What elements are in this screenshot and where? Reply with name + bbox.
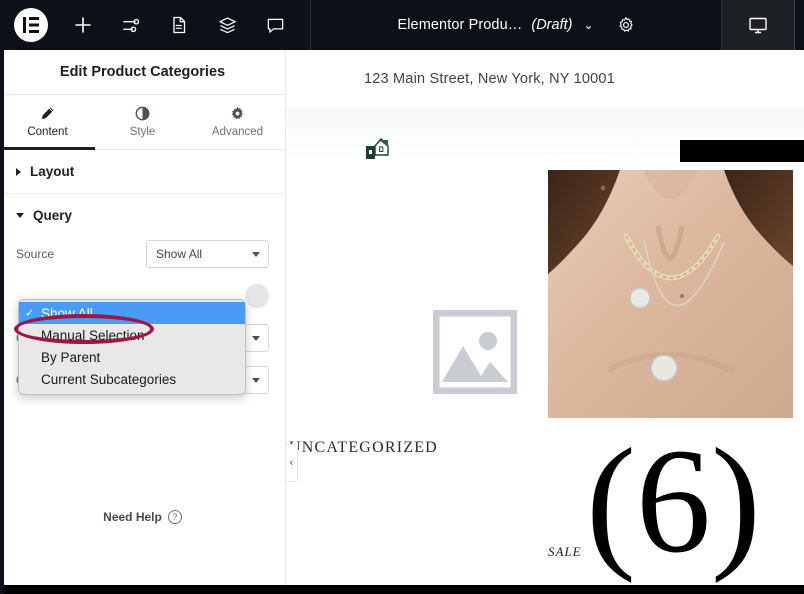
dropdown-option-show-all[interactable]: ✓ Show All (19, 302, 245, 324)
chevron-down-icon (252, 251, 260, 257)
source-select[interactable]: Show All (146, 240, 269, 268)
section-query[interactable]: Query (0, 194, 285, 227)
add-element-icon[interactable] (70, 12, 96, 38)
tab-advanced[interactable]: Advanced (190, 95, 285, 149)
dropdown-option-label: Manual Selection (41, 327, 145, 343)
chevron-down-icon (252, 335, 260, 341)
section-layout-title: Layout (30, 164, 75, 179)
contrast-icon (135, 106, 150, 121)
elementor-editor: Elementor Produ… (Draft) ⌄ Edit Product … (0, 0, 804, 594)
document-title: Elementor Produ… (397, 17, 523, 33)
tab-style[interactable]: Style (95, 95, 190, 149)
site-settings-icon[interactable] (118, 12, 144, 38)
tab-advanced-label: Advanced (211, 126, 264, 138)
responsive-mode-group (721, 0, 804, 50)
product-categories-grid: UNCATEGORIZED SALE (6) (286, 160, 804, 594)
dropdown-option-by-parent[interactable]: By Parent (19, 346, 245, 368)
source-dropdown-menu[interactable]: ✓ Show All Manual Selection By Parent Cu… (18, 299, 246, 395)
document-settings-icon[interactable] (166, 12, 192, 38)
panel-tabs: Content Style Advanced (0, 95, 285, 150)
dropdown-option-current-subcategories[interactable]: Current Subcategories (19, 368, 245, 390)
chevron-right-icon (16, 167, 21, 176)
site-nav-redacted-bar (680, 140, 804, 162)
top-bar-overflow-edge[interactable] (794, 0, 804, 50)
tab-content[interactable]: Content (0, 95, 95, 150)
feedback-icon[interactable] (262, 12, 288, 38)
panel-header: Edit Product Categories (0, 50, 285, 95)
chevron-down-icon (252, 377, 260, 383)
site-top-bar: 123 Main Street, New York, NY 10001 (286, 50, 804, 108)
category-name-uncategorized[interactable]: UNCATEGORIZED (289, 439, 438, 457)
section-layout-header[interactable]: Layout (16, 164, 269, 179)
dropdown-option-label: By Parent (41, 349, 101, 365)
elementor-logo-icon[interactable] (14, 8, 48, 42)
viewport-bottom-bar (0, 585, 804, 594)
site-logo-icon[interactable] (366, 138, 390, 160)
dropdown-option-label: Current Subcategories (41, 371, 177, 387)
navigator-icon[interactable] (214, 12, 240, 38)
category-name-sale[interactable]: SALE (548, 544, 582, 560)
category-image-sale[interactable] (548, 170, 793, 418)
need-help-link[interactable]: Need Help ? (0, 510, 285, 524)
toggle-switch[interactable] (245, 284, 269, 308)
need-help-label: Need Help (103, 510, 162, 524)
site-nav-bar (286, 108, 804, 162)
gear-icon (230, 106, 245, 121)
page-title: Edit Product Categories (59, 64, 226, 80)
page-preview-canvas: 123 Main Street, New York, NY 10001 UNCA… (286, 50, 804, 594)
panel-left-edge (0, 50, 4, 594)
desktop-view-button[interactable] (722, 0, 794, 50)
top-bar: Elementor Produ… (Draft) ⌄ (0, 0, 804, 50)
check-icon: ✓ (25, 307, 35, 320)
control-source: Source Show All (16, 233, 269, 275)
question-circle-icon: ? (167, 510, 182, 524)
section-layout[interactable]: Layout (0, 150, 285, 194)
category-count-sale: (6) (586, 418, 761, 584)
control-source-label: Source (16, 247, 55, 261)
pencil-icon (40, 106, 55, 121)
document-title-area[interactable]: Elementor Produ… (Draft) ⌄ (310, 0, 721, 50)
site-address-text: 123 Main Street, New York, NY 10001 (364, 71, 615, 87)
tab-content-label: Content (27, 126, 68, 138)
dropdown-option-manual-selection[interactable]: Manual Selection (19, 324, 245, 346)
placeholder-image-icon (432, 309, 518, 395)
tab-style-label: Style (129, 126, 156, 138)
chevron-down-icon (16, 213, 24, 218)
top-bar-left-tools (0, 0, 288, 50)
chevron-down-icon[interactable]: ⌄ (583, 19, 593, 31)
gear-icon[interactable] (617, 16, 635, 34)
section-query-title: Query (33, 208, 73, 223)
section-query-header[interactable]: Query (16, 208, 269, 223)
document-status-badge: (Draft) (531, 17, 573, 33)
dropdown-option-label: Show All (41, 305, 93, 321)
source-select-value: Show All (156, 247, 203, 261)
panel-collapse-toggle[interactable]: ‹ (286, 444, 298, 482)
